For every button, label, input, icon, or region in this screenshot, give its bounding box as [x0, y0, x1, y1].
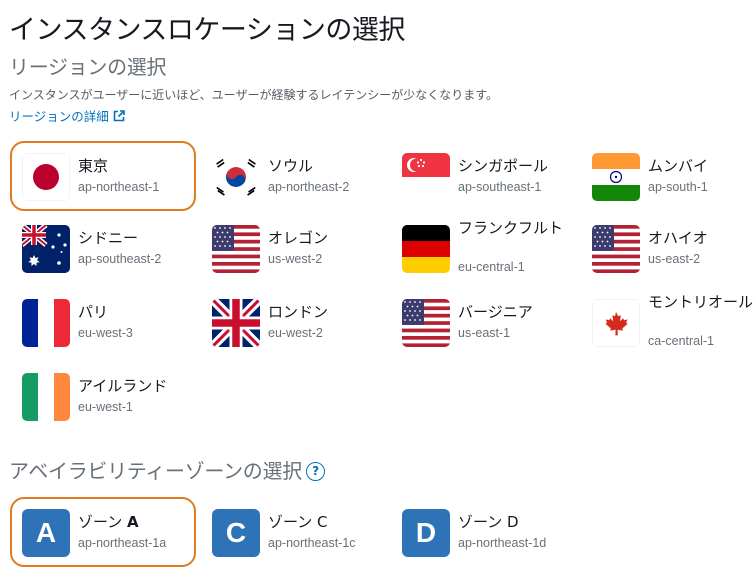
region-tile-paris[interactable]: パリ eu-west-3 [10, 287, 196, 357]
zone-name: ゾーン [458, 513, 503, 531]
india-flag-icon [592, 153, 640, 201]
region-name: 東京 [78, 157, 109, 175]
external-link-icon [113, 109, 125, 121]
zone-code: ap-northeast-1d [458, 536, 547, 550]
region-code: eu-west-1 [78, 400, 133, 414]
region-code: eu-west-3 [78, 326, 133, 340]
region-name: モントリオール [648, 293, 754, 311]
region-code: ap-southeast-2 [78, 252, 162, 266]
region-tile-seoul[interactable]: ソウル ap-northeast-2 [200, 141, 386, 211]
usa-flag-icon [212, 225, 260, 273]
germany-flag-icon [402, 225, 450, 273]
ireland-flag-icon [22, 373, 70, 421]
zone-section-title-text: アベイラビリティーゾーンの選択 [9, 459, 302, 483]
canada-flag-icon [592, 299, 640, 347]
region-code: ap-northeast-2 [268, 180, 350, 194]
region-code: eu-west-2 [268, 326, 323, 340]
zone-code: ap-northeast-1a [78, 536, 167, 550]
region-name: ソウル [268, 157, 314, 175]
zone-label: ゾーン D [458, 513, 519, 531]
zone-tile-c[interactable]: C ゾーン C ap-northeast-1c [200, 497, 386, 567]
region-tile-montreal[interactable]: モントリオール ca-central-1 [580, 287, 754, 357]
region-name: オハイオ [648, 229, 708, 247]
region-tile-ohio[interactable]: オハイオ us-east-2 [580, 213, 754, 283]
zone-label: ゾーン A [78, 513, 139, 531]
region-name: シンガポール [458, 157, 549, 175]
south-korea-flag-icon [212, 153, 260, 201]
region-code: ca-central-1 [648, 334, 714, 348]
zone-letter: A [127, 513, 139, 531]
region-tile-frankfurt[interactable]: フランクフルト eu-central-1 [390, 213, 576, 283]
region-details-link[interactable]: リージョンの詳細 [9, 106, 125, 125]
zone-badge: D [402, 509, 450, 557]
uk-flag-icon [212, 299, 260, 347]
zone-code: ap-northeast-1c [268, 536, 356, 550]
region-name: オレゴン [268, 229, 329, 247]
zone-letter: C [317, 513, 328, 531]
singapore-flag-icon [402, 153, 450, 201]
region-code: eu-central-1 [458, 260, 525, 274]
region-name: バージニア [458, 303, 533, 321]
region-tile-singapore[interactable]: シンガポール ap-southeast-1 [390, 141, 576, 211]
zone-name: ゾーン [78, 513, 123, 531]
region-name: ロンドン [268, 303, 329, 321]
region-code: ap-south-1 [648, 180, 708, 194]
region-name: ムンバイ [648, 157, 709, 175]
help-icon[interactable]: ? [305, 462, 325, 481]
zone-badge: C [212, 509, 260, 557]
region-code: ap-southeast-1 [458, 180, 542, 194]
region-tile-ireland[interactable]: アイルランド eu-west-1 [10, 361, 196, 431]
usa-flag-icon [402, 299, 450, 347]
region-name: アイルランド [78, 377, 168, 395]
region-name: フランクフルト [458, 219, 564, 237]
zone-badge: A [22, 509, 70, 557]
japan-flag-icon [22, 153, 70, 201]
region-tile-oregon[interactable]: オレゴン us-west-2 [200, 213, 386, 283]
region-code: us-west-2 [268, 252, 323, 266]
region-description: インスタンスがユーザーに近いほど、ユーザーが経験するレイテンシーが少なくなります… [9, 88, 499, 102]
zone-name: ゾーン [268, 513, 313, 531]
region-details-link-label: リージョンの詳細 [9, 109, 109, 124]
zone-tile-a[interactable]: A ゾーン A ap-northeast-1a [10, 497, 196, 567]
region-code: us-east-1 [458, 326, 511, 340]
france-flag-icon [22, 299, 70, 347]
australia-flag-icon [22, 225, 70, 273]
region-tile-mumbai[interactable]: ムンバイ ap-south-1 [580, 141, 754, 211]
usa-flag-icon [592, 225, 640, 273]
region-tile-london[interactable]: ロンドン eu-west-2 [200, 287, 386, 357]
zone-tile-d[interactable]: D ゾーン D ap-northeast-1d [390, 497, 576, 567]
region-name: シドニー [78, 229, 139, 247]
page-title: インスタンスロケーションの選択 [9, 15, 405, 46]
region-section-title: リージョンの選択 [9, 55, 167, 79]
zone-letter: D [507, 513, 519, 531]
region-tile-sydney[interactable]: シドニー ap-southeast-2 [10, 213, 196, 283]
region-tile-virginia[interactable]: バージニア us-east-1 [390, 287, 576, 357]
region-code: ap-northeast-1 [78, 180, 160, 194]
region-tile-tokyo[interactable]: 東京 ap-northeast-1 [10, 141, 196, 211]
zone-section-title: アベイラビリティーゾーンの選択? [9, 455, 325, 484]
region-code: us-east-2 [648, 252, 701, 266]
region-name: パリ [78, 303, 109, 321]
zone-label: ゾーン C [268, 513, 328, 531]
